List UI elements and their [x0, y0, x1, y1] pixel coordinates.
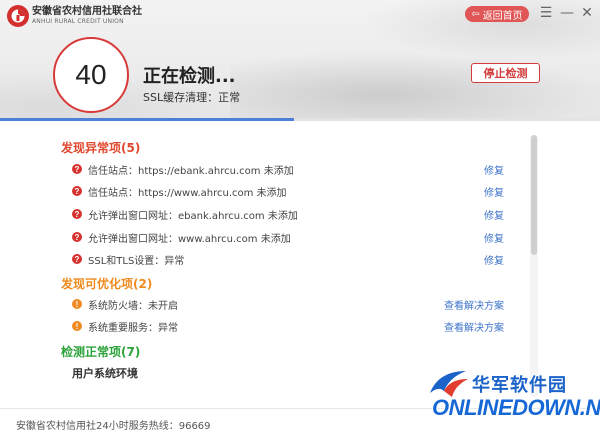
section-optimizable-title: 发现可优化项(2)	[61, 277, 153, 291]
service-hotline: 安徽省农村信用社24小时服务热线：96669	[16, 421, 211, 432]
minimize-icon[interactable]: —	[558, 4, 576, 22]
watermark-text-en: ONLINEDOWN.NET	[432, 395, 600, 420]
warning-exclamation-icon: !	[72, 299, 82, 309]
brand-name-en: ANHUI RURAL CREDIT UNION	[32, 18, 124, 25]
warning-question-icon: ?	[72, 232, 82, 242]
list-item-text: 信任站点：https://www.ahrcu.com 未添加	[88, 187, 287, 199]
app-window: 安徽省农村信用社联合社 ANHUI RURAL CREDIT UNION ⇦ 返…	[0, 0, 600, 435]
status-title: 正在检测...	[143, 66, 236, 87]
list-item: ? 允许弹出窗口网址：www.ahrcu.com 未添加 修复	[72, 229, 512, 245]
list-item-text: 系统防火墙：未开启	[88, 300, 178, 312]
fix-link[interactable]: 修复	[484, 252, 504, 267]
menu-icon[interactable]: ☰	[537, 4, 555, 22]
list-item-text: 允许弹出窗口网址：www.ahrcu.com 未添加	[88, 233, 291, 245]
close-icon[interactable]: ✕	[578, 4, 596, 22]
scrollbar[interactable]	[530, 135, 538, 397]
watermark: 华军软件园 ONLINEDOWN.NET	[420, 365, 600, 435]
score-ring: 40	[53, 37, 129, 113]
warning-question-icon: ?	[72, 209, 82, 219]
list-item: ? 信任站点：https://www.ahrcu.com 未添加 修复	[72, 183, 512, 199]
brand-name: 安徽省农村信用社联合社	[32, 6, 142, 17]
list-item: 用户系统环境	[72, 367, 138, 380]
list-item: ! 系统防火墙：未开启 查看解决方案	[72, 296, 512, 312]
score-value: 40	[75, 59, 107, 90]
list-item-text: 允许弹出窗口网址：ebank.ahrcu.com 未添加	[88, 210, 298, 222]
list-item: ? 信任站点：https://ebank.ahrcu.com 未添加 修复	[72, 161, 512, 177]
list-item-text: 信任站点：https://ebank.ahrcu.com 未添加	[88, 165, 294, 177]
warning-question-icon: ?	[72, 186, 82, 196]
view-solution-link[interactable]: 查看解决方案	[444, 297, 504, 312]
header-panel: 安徽省农村信用社联合社 ANHUI RURAL CREDIT UNION ⇦ 返…	[0, 0, 600, 120]
watermark-text-cn: 华军软件园	[472, 375, 567, 396]
brand: 安徽省农村信用社联合社 ANHUI RURAL CREDIT UNION	[6, 4, 142, 28]
back-home-label: 返回首页	[482, 10, 523, 22]
status-subtitle: SSL缓存清理：正常	[143, 91, 241, 104]
back-home-button[interactable]: ⇦ 返回首页	[465, 6, 529, 22]
back-arrow-icon: ⇦	[471, 8, 480, 20]
stop-check-button[interactable]: 停止检测	[471, 63, 540, 83]
warning-question-icon: ?	[72, 254, 82, 264]
section-normal-title: 检测正常项(7)	[61, 345, 141, 359]
scrollbar-thumb[interactable]	[531, 135, 537, 255]
list-item: ! 系统重要服务：异常 查看解决方案	[72, 318, 512, 334]
brand-logo-icon	[7, 5, 29, 27]
fix-link[interactable]: 修复	[484, 184, 504, 199]
list-item-text: SSL和TLS设置：异常	[88, 255, 185, 267]
fix-link[interactable]: 修复	[484, 162, 504, 177]
list-item: ? SSL和TLS设置：异常 修复	[72, 251, 512, 267]
view-solution-link[interactable]: 查看解决方案	[444, 319, 504, 334]
warning-exclamation-icon: !	[72, 321, 82, 331]
fix-link[interactable]: 修复	[484, 230, 504, 245]
fix-link[interactable]: 修复	[484, 207, 504, 222]
section-abnormal-title: 发现异常项(5)	[61, 141, 141, 155]
list-item-text: 系统重要服务：异常	[88, 322, 178, 334]
warning-question-icon: ?	[72, 164, 82, 174]
list-item: ? 允许弹出窗口网址：ebank.ahrcu.com 未添加 修复	[72, 206, 512, 222]
